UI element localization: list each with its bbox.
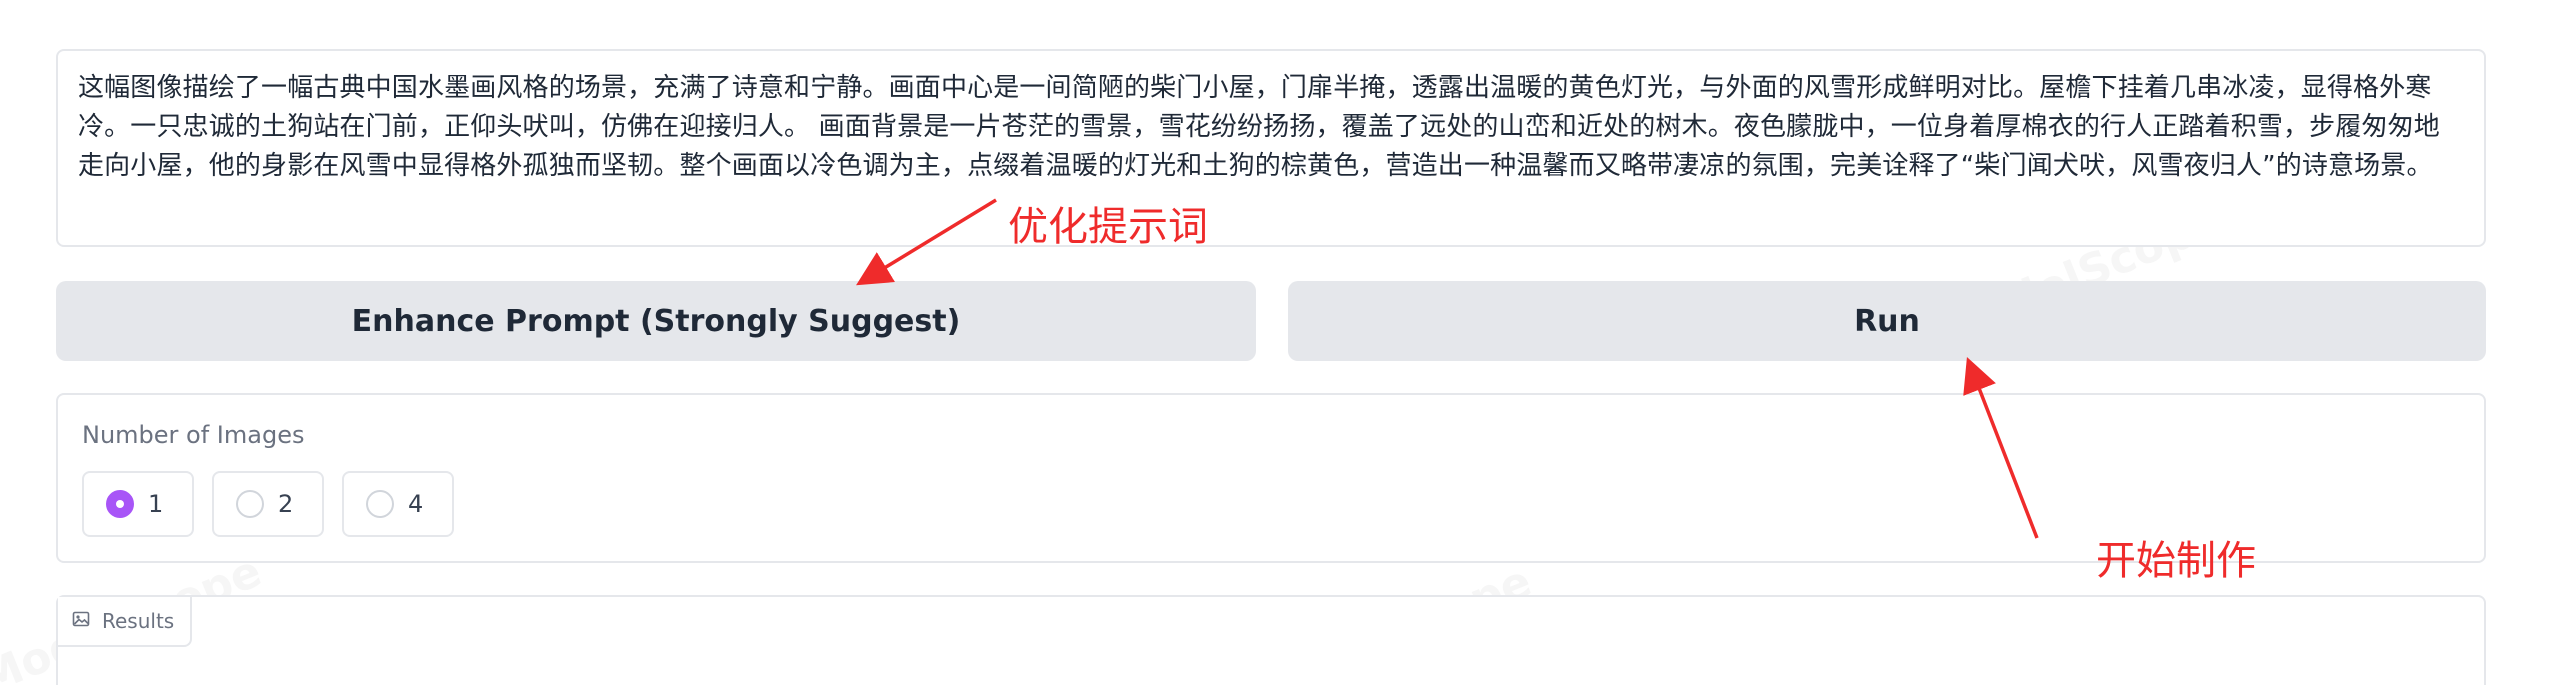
radio-option-label: 1 — [148, 490, 164, 518]
radio-unchecked-icon[interactable] — [236, 490, 264, 518]
number-of-images-label: Number of Images — [82, 421, 305, 449]
image-icon — [72, 610, 90, 632]
radio-option-2[interactable]: 2 — [212, 471, 324, 537]
prompt-text[interactable]: 这幅图像描绘了一幅古典中国水墨画风格的场景，充满了诗意和宁静。画面中心是一间简陋… — [78, 69, 2464, 186]
results-label: Results — [102, 609, 175, 633]
enhance-prompt-button[interactable]: Enhance Prompt (Strongly Suggest) — [56, 281, 1256, 361]
run-button[interactable]: Run — [1288, 281, 2486, 361]
annotation-run: 开始制作 — [2096, 538, 2256, 584]
radio-option-label: 4 — [408, 490, 424, 518]
annotation-enhance: 优化提示词 — [1008, 204, 1208, 250]
radio-option-1[interactable]: 1 — [82, 471, 194, 537]
results-panel: Results — [56, 595, 2486, 685]
radio-checked-icon[interactable] — [106, 490, 134, 518]
radio-option-4[interactable]: 4 — [342, 471, 454, 537]
results-label-tab: Results — [58, 597, 193, 647]
radio-unchecked-icon[interactable] — [366, 490, 394, 518]
app-page: ModelScope ModelScope ModelScope 这幅图像描绘了… — [0, 0, 2563, 685]
radio-option-label: 2 — [278, 490, 294, 518]
prompt-textbox[interactable]: 这幅图像描绘了一幅古典中国水墨画风格的场景，充满了诗意和宁静。画面中心是一间简陋… — [56, 49, 2486, 247]
